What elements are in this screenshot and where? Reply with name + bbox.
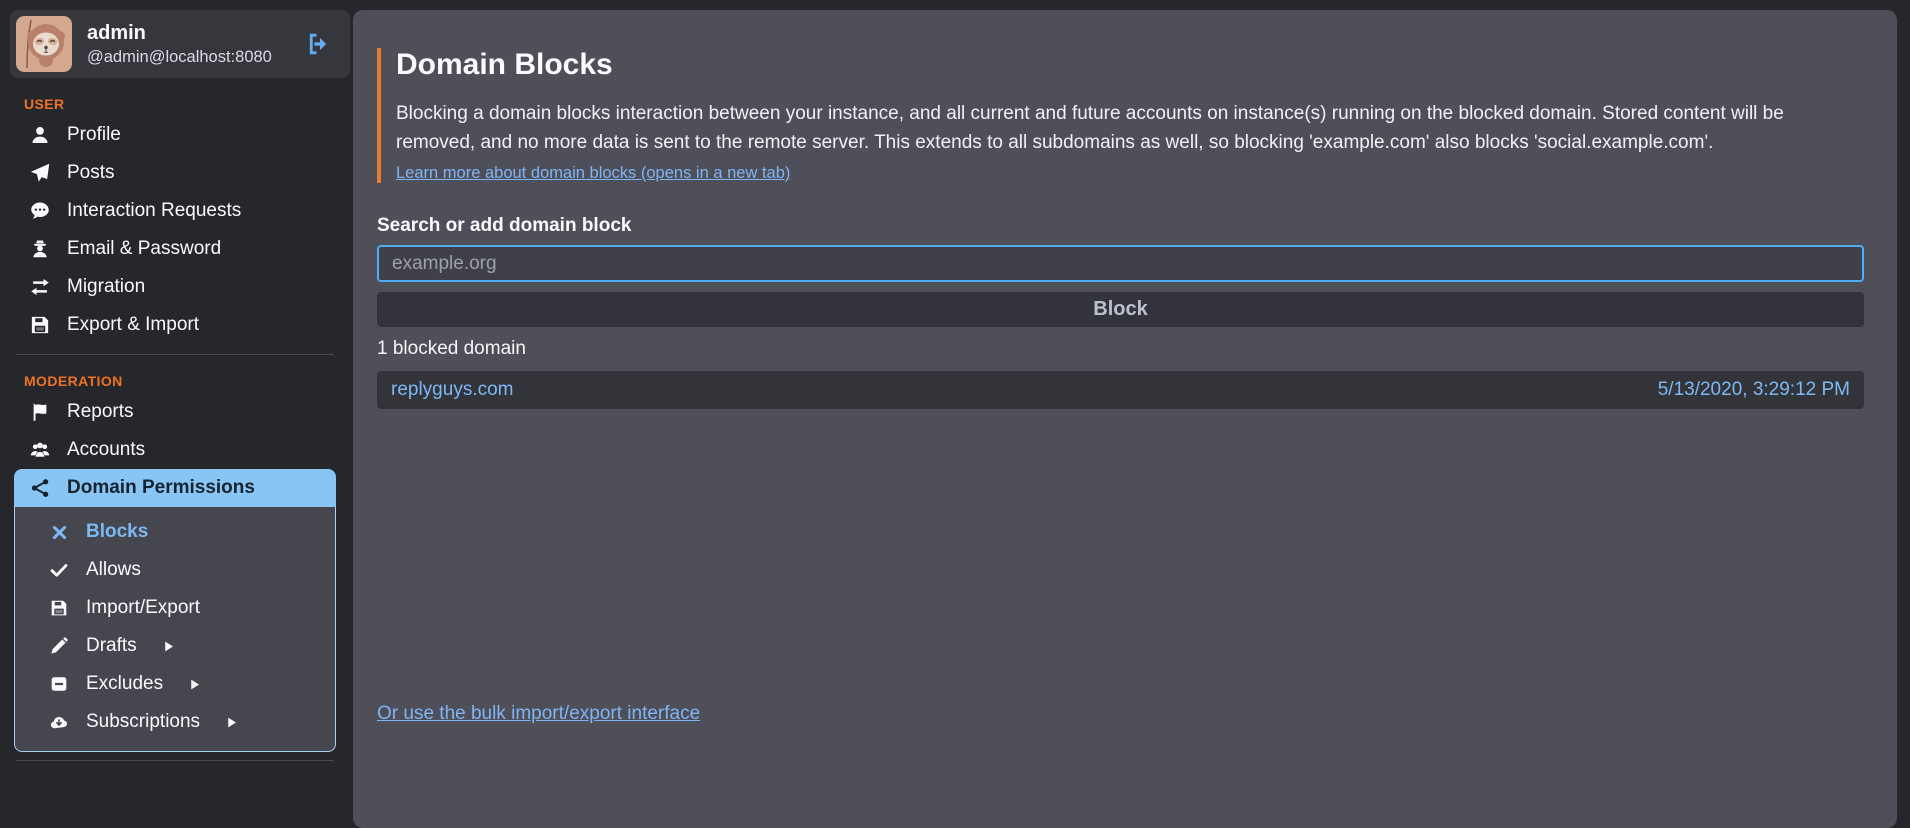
submenu-item-label: Drafts <box>86 635 137 657</box>
learn-more-link[interactable]: Learn more about domain blocks (opens in… <box>396 164 790 182</box>
sidebar-item-export-import[interactable]: Export & Import <box>14 306 336 344</box>
sidebar-item-email-password[interactable]: Email & Password <box>14 230 336 268</box>
sidebar-item-profile[interactable]: Profile <box>14 116 336 154</box>
sidebar-item-accounts[interactable]: Accounts <box>14 431 336 469</box>
pencil-icon <box>49 637 69 655</box>
user-handle: @admin@localhost:8080 <box>87 48 272 67</box>
submenu-item-import-export[interactable]: Import/Export <box>15 589 335 627</box>
blocked-domain-date: 5/13/2020, 3:29:12 PM <box>1658 379 1850 401</box>
sidebar-item-posts[interactable]: Posts <box>14 154 336 192</box>
sidebar-item-label: Domain Permissions <box>67 477 255 499</box>
main-panel: Domain Blocks Blocking a domain blocks i… <box>353 10 1897 828</box>
submenu-item-label: Subscriptions <box>86 711 200 733</box>
page-heading-block: Domain Blocks Blocking a domain blocks i… <box>377 48 1864 183</box>
blocked-domain-row[interactable]: replyguys.com 5/13/2020, 3:29:12 PM <box>377 371 1864 409</box>
xmark-icon <box>49 524 69 541</box>
sidebar-nav: USER Profile Posts Interaction Requests <box>10 96 340 761</box>
sidebar-item-label: Accounts <box>67 439 145 461</box>
users-icon <box>30 440 50 460</box>
share-nodes-icon <box>30 478 50 498</box>
sidebar-item-domain-permissions[interactable]: Domain Permissions <box>14 469 336 507</box>
sidebar-item-interaction-requests[interactable]: Interaction Requests <box>14 192 336 230</box>
submenu-item-excludes[interactable]: Excludes <box>15 665 335 703</box>
chevron-right-icon <box>188 678 201 691</box>
submenu-item-drafts[interactable]: Drafts <box>15 627 335 665</box>
domain-search-input[interactable] <box>377 245 1864 282</box>
sidebar-item-label: Migration <box>67 276 145 298</box>
paper-plane-icon <box>30 163 50 183</box>
sidebar-item-label: Posts <box>67 162 115 184</box>
sidebar-item-reports[interactable]: Reports <box>14 393 336 431</box>
chevron-right-icon <box>162 640 175 653</box>
chevron-right-icon <box>225 716 238 729</box>
user-secret-icon <box>30 239 50 259</box>
submenu-item-label: Blocks <box>86 521 148 543</box>
sidebar-item-migration[interactable]: Migration <box>14 268 336 306</box>
section-label-moderation: MODERATION <box>24 373 336 389</box>
submenu-item-allows[interactable]: Allows <box>15 551 335 589</box>
sidebar: admin @admin@localhost:8080 USER Profile <box>0 0 353 828</box>
submenu-item-label: Allows <box>86 559 141 581</box>
sidebar-divider <box>16 354 334 355</box>
sidebar-divider <box>16 760 334 761</box>
submenu-item-label: Import/Export <box>86 597 200 619</box>
arrows-left-right-icon <box>30 277 50 297</box>
submenu-item-blocks[interactable]: Blocks <box>15 513 335 551</box>
sidebar-item-label: Profile <box>67 124 121 146</box>
logout-icon[interactable] <box>306 32 344 56</box>
sidebar-item-label: Export & Import <box>67 314 199 336</box>
flag-icon <box>30 402 50 422</box>
sidebar-item-label: Reports <box>67 401 134 423</box>
block-button[interactable]: Block <box>377 292 1864 327</box>
avatar <box>16 16 72 72</box>
user-icon <box>30 125 50 145</box>
floppy-disk-icon <box>49 599 69 617</box>
bulk-import-export-link[interactable]: Or use the bulk import/export interface <box>377 703 700 725</box>
domain-permissions-submenu: Blocks Allows Import/Export <box>14 507 336 752</box>
check-icon <box>49 561 69 579</box>
page-description: Blocking a domain blocks interaction bet… <box>396 100 1864 157</box>
floppy-disk-icon <box>30 315 50 335</box>
page-title: Domain Blocks <box>396 48 1864 82</box>
search-label: Search or add domain block <box>377 215 1864 237</box>
app-window: admin @admin@localhost:8080 USER Profile <box>0 0 1910 828</box>
sidebar-item-label: Email & Password <box>67 238 221 260</box>
section-label-user: USER <box>24 96 336 112</box>
blocked-domain-link[interactable]: replyguys.com <box>391 379 514 401</box>
submenu-item-subscriptions[interactable]: Subscriptions <box>15 703 335 741</box>
user-info: admin @admin@localhost:8080 <box>87 22 272 67</box>
minus-square-icon <box>49 675 69 693</box>
user-name: admin <box>87 22 272 45</box>
comment-dots-icon <box>30 201 50 221</box>
submenu-item-label: Excludes <box>86 673 163 695</box>
cloud-download-icon <box>49 713 69 731</box>
user-card[interactable]: admin @admin@localhost:8080 <box>10 10 350 78</box>
sidebar-item-label: Interaction Requests <box>67 200 241 222</box>
blocked-domain-count: 1 blocked domain <box>377 338 1864 360</box>
